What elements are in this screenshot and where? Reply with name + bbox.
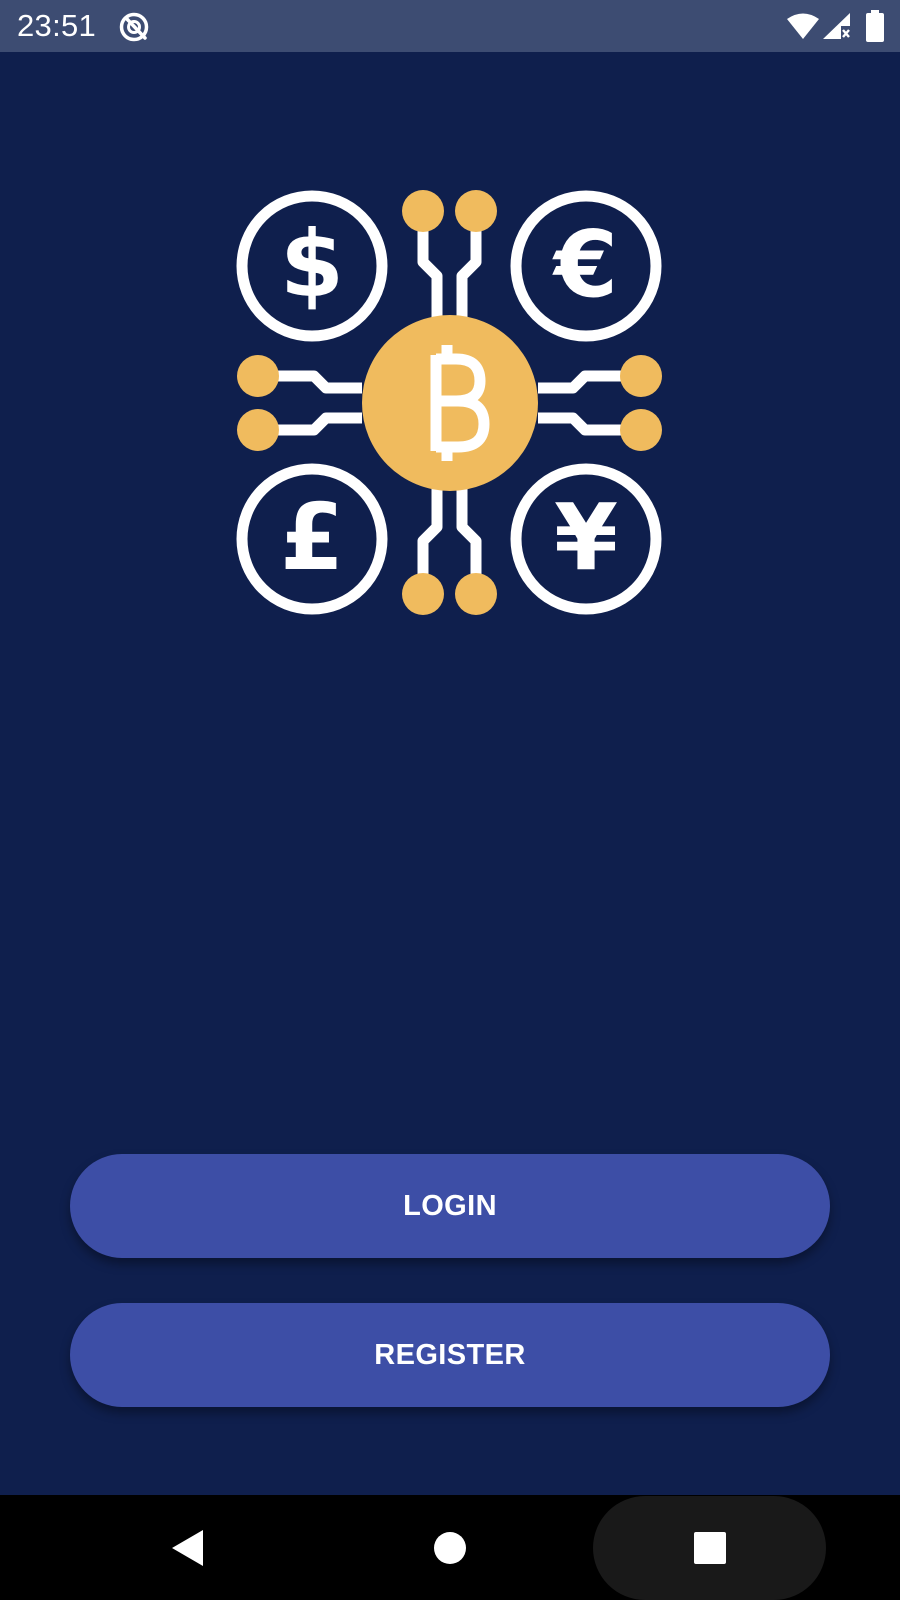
euro-symbol: € xyxy=(552,211,618,318)
recents-icon[interactable] xyxy=(693,1531,727,1565)
back-icon[interactable] xyxy=(170,1528,206,1568)
yen-symbol: ¥ xyxy=(554,484,618,591)
status-time: 23:51 xyxy=(17,8,97,43)
wifi-icon xyxy=(787,13,819,39)
signal-icon xyxy=(823,13,850,39)
register-button[interactable]: REGISTER xyxy=(70,1303,830,1407)
crypto-currency-logo-icon: $ € £ ¥ xyxy=(236,190,662,615)
notification-app-icon xyxy=(119,12,149,42)
login-button[interactable]: LOGIN xyxy=(70,1154,830,1258)
status-bar: 23:51 xyxy=(0,0,900,52)
battery-icon xyxy=(866,10,884,42)
home-icon[interactable] xyxy=(433,1531,467,1565)
dollar-symbol: $ xyxy=(280,211,344,318)
pound-symbol: £ xyxy=(280,484,344,591)
